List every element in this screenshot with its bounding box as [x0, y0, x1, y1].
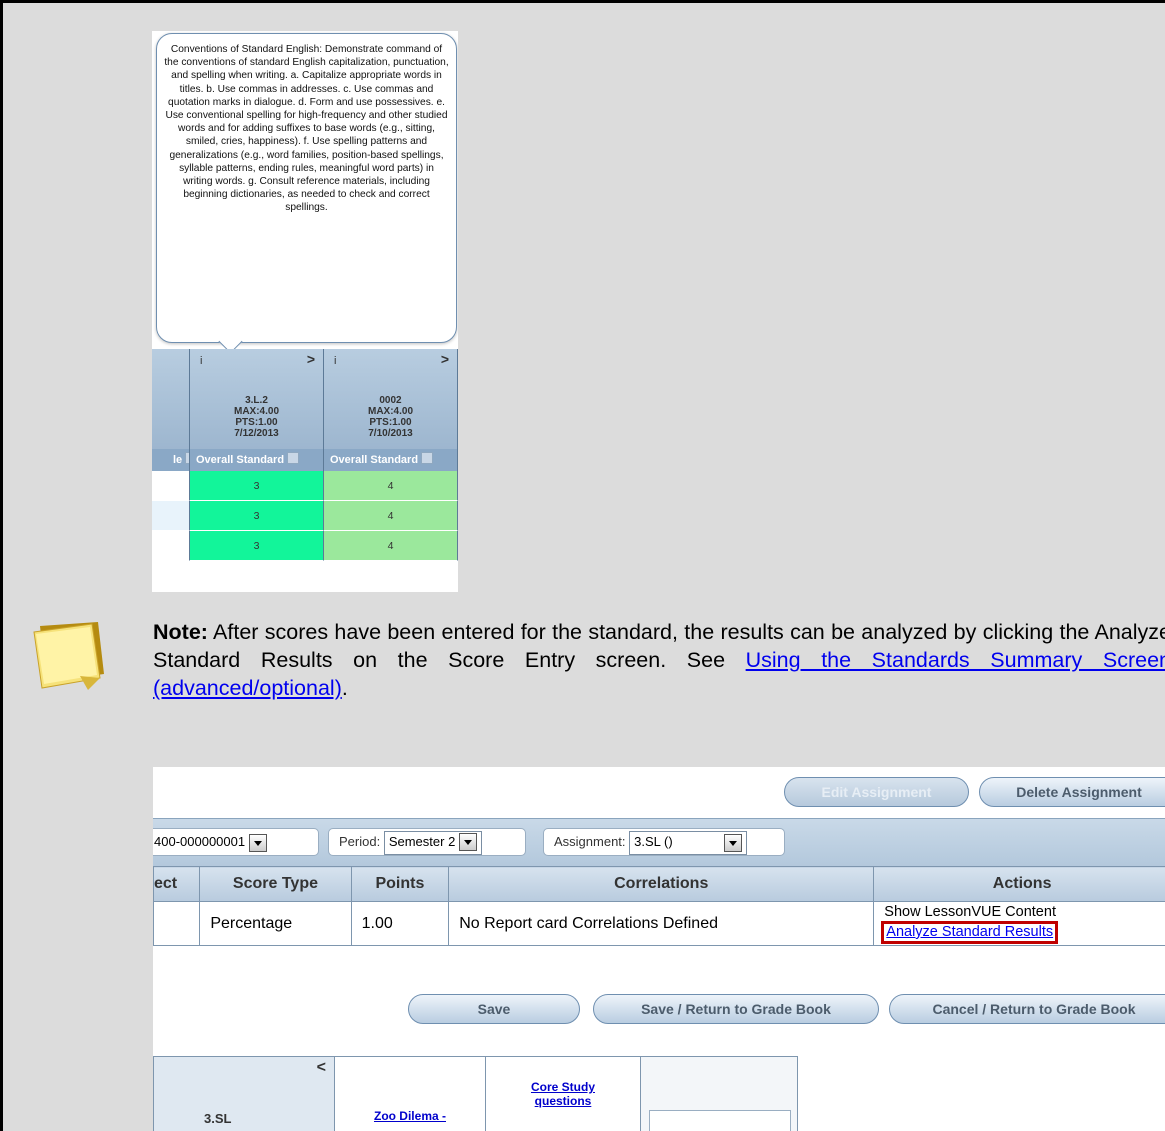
- note-trailing: .: [341, 676, 348, 700]
- table-header-row: ect Score Type Points Correlations Actio…: [153, 866, 1165, 902]
- edit-assignment-button[interactable]: Edit Assignment: [784, 777, 969, 807]
- col-points: Points: [350, 866, 450, 902]
- score-cell[interactable]: 4: [324, 531, 458, 561]
- score-cell[interactable]: 3: [190, 531, 324, 561]
- info-icon[interactable]: i: [200, 355, 202, 367]
- assignment-column[interactable]: Zoo Dilema -: [334, 1056, 486, 1131]
- assignment-table: ect Score Type Points Correlations Actio…: [153, 866, 1165, 946]
- section-select[interactable]: 400-000000001: [153, 828, 319, 856]
- sort-icon[interactable]: [421, 452, 434, 464]
- standard-code: 3.L.2: [245, 395, 268, 406]
- assignment-column[interactable]: Core Study questions: [485, 1056, 641, 1131]
- column-subheader[interactable]: Overall Standard: [324, 449, 458, 471]
- table-row: Percentage 1.00 No Report card Correlati…: [153, 901, 1165, 946]
- col-score-type: Score Type: [199, 866, 352, 902]
- save-button[interactable]: Save: [408, 994, 580, 1024]
- cell-actions: Show LessonVUE Content Analyze Standard …: [873, 901, 1165, 946]
- standard-meta: 3.L.2 MAX:4.00 PTS:1.00 7/12/2013: [190, 395, 323, 439]
- score-cell[interactable]: 3: [190, 471, 324, 501]
- standard-column-header[interactable]: i > 3.L.2 MAX:4.00 PTS:1.00 7/12/2013: [190, 349, 324, 449]
- score-input[interactable]: [649, 1110, 791, 1131]
- sort-icon[interactable]: [287, 452, 300, 464]
- assignment-link[interactable]: Zoo Dilema -: [335, 1109, 485, 1123]
- row-cell-partial[interactable]: [152, 471, 190, 501]
- document-frame: Conventions of Standard English: Demonst…: [0, 0, 1165, 1131]
- standard-pts: PTS:1.00: [235, 417, 278, 428]
- grid-header-partial: [152, 349, 190, 449]
- grid-subheader-partial[interactable]: le: [152, 449, 190, 471]
- document-pane: Conventions of Standard English: Demonst…: [6, 6, 1165, 1131]
- score-cell[interactable]: 4: [324, 501, 458, 531]
- save-return-button[interactable]: Save / Return to Grade Book: [593, 994, 879, 1024]
- column-subheader[interactable]: Overall Standard: [190, 449, 324, 471]
- col-correlations: Correlations: [448, 866, 875, 902]
- score-cell[interactable]: 4: [324, 471, 458, 501]
- chevron-right-icon[interactable]: >: [307, 351, 315, 367]
- standard-code: 0002: [379, 395, 402, 406]
- cell-correlations: No Report card Correlations Defined: [448, 901, 875, 946]
- analyze-standard-results-link[interactable]: Analyze Standard Results: [881, 921, 1059, 944]
- standard-max: MAX:4.00: [367, 406, 413, 417]
- assignment-field[interactable]: Assignment: 3.SL (): [543, 828, 785, 856]
- delete-assignment-button[interactable]: Delete Assignment: [979, 777, 1165, 807]
- assignment-label: Assignment:: [554, 834, 626, 849]
- dropdown-arrow-icon[interactable]: [248, 833, 267, 852]
- note-label: Note:: [153, 620, 208, 644]
- cell-score-type: Percentage: [199, 901, 352, 946]
- subheader-label: Overall Standard: [196, 454, 285, 466]
- dropdown-arrow-icon[interactable]: [458, 833, 477, 852]
- period-value: Semester 2: [388, 833, 456, 849]
- standard-max: MAX:4.00: [233, 406, 279, 417]
- col-actions: Actions: [873, 866, 1165, 902]
- standard-date: 7/10/2013: [368, 428, 413, 439]
- cancel-return-button[interactable]: Cancel / Return to Grade Book: [889, 994, 1165, 1024]
- section-value: 400-000000001: [154, 834, 246, 849]
- score-cell[interactable]: 3: [190, 501, 324, 531]
- partial-label: le: [173, 454, 183, 466]
- cell-subject: [153, 901, 201, 946]
- standard-date: 7/12/2013: [234, 428, 279, 439]
- period-label: Period:: [339, 834, 381, 849]
- row-cell-partial[interactable]: [152, 531, 190, 561]
- cell-points: 1.00: [350, 901, 450, 946]
- assignment-value: 3.SL (): [634, 833, 673, 849]
- empty-column: [640, 1056, 798, 1131]
- note-icon: [33, 622, 104, 690]
- show-lessonvue-link[interactable]: Show LessonVUE Content: [884, 904, 1165, 921]
- info-icon[interactable]: i: [334, 355, 336, 367]
- dropdown-arrow-icon[interactable]: [724, 833, 743, 852]
- score-entry-screenshot: Edit Assignment Delete Assignment 400-00…: [153, 767, 1165, 1131]
- assignment-link[interactable]: Core Study questions: [506, 1080, 620, 1108]
- tooltip-text: Conventions of Standard English: Demonst…: [164, 44, 449, 214]
- standard-label-cell: 3.SL <: [153, 1056, 335, 1131]
- period-select[interactable]: Semester 2: [383, 830, 482, 855]
- standard-pts: PTS:1.00: [369, 417, 412, 428]
- standard-label: 3.SL: [204, 1111, 232, 1126]
- subheader-label: Overall Standard: [330, 454, 419, 466]
- standard-tooltip: Conventions of Standard English: Demonst…: [156, 33, 457, 343]
- chevron-right-icon[interactable]: >: [441, 351, 449, 367]
- standard-column-header[interactable]: i > 0002 MAX:4.00 PTS:1.00 7/10/2013: [324, 349, 458, 449]
- row-cell-partial[interactable]: [152, 501, 190, 531]
- standards-grid-screenshot: Conventions of Standard English: Demonst…: [152, 31, 458, 592]
- standard-grid: 3.SL < Zoo Dilema - Core Study questions: [153, 1056, 798, 1131]
- note-paragraph: Note: After scores have been entered for…: [153, 618, 1165, 702]
- col-subject: ect: [153, 866, 201, 902]
- period-field[interactable]: Period: Semester 2: [328, 828, 526, 856]
- assignment-select[interactable]: 3.SL (): [629, 830, 748, 855]
- filter-toolbar: 400-000000001 Period: Semester 2 Assignm…: [153, 818, 1165, 866]
- chevron-left-icon[interactable]: <: [317, 1059, 326, 1077]
- standard-meta: 0002 MAX:4.00 PTS:1.00 7/10/2013: [324, 395, 457, 439]
